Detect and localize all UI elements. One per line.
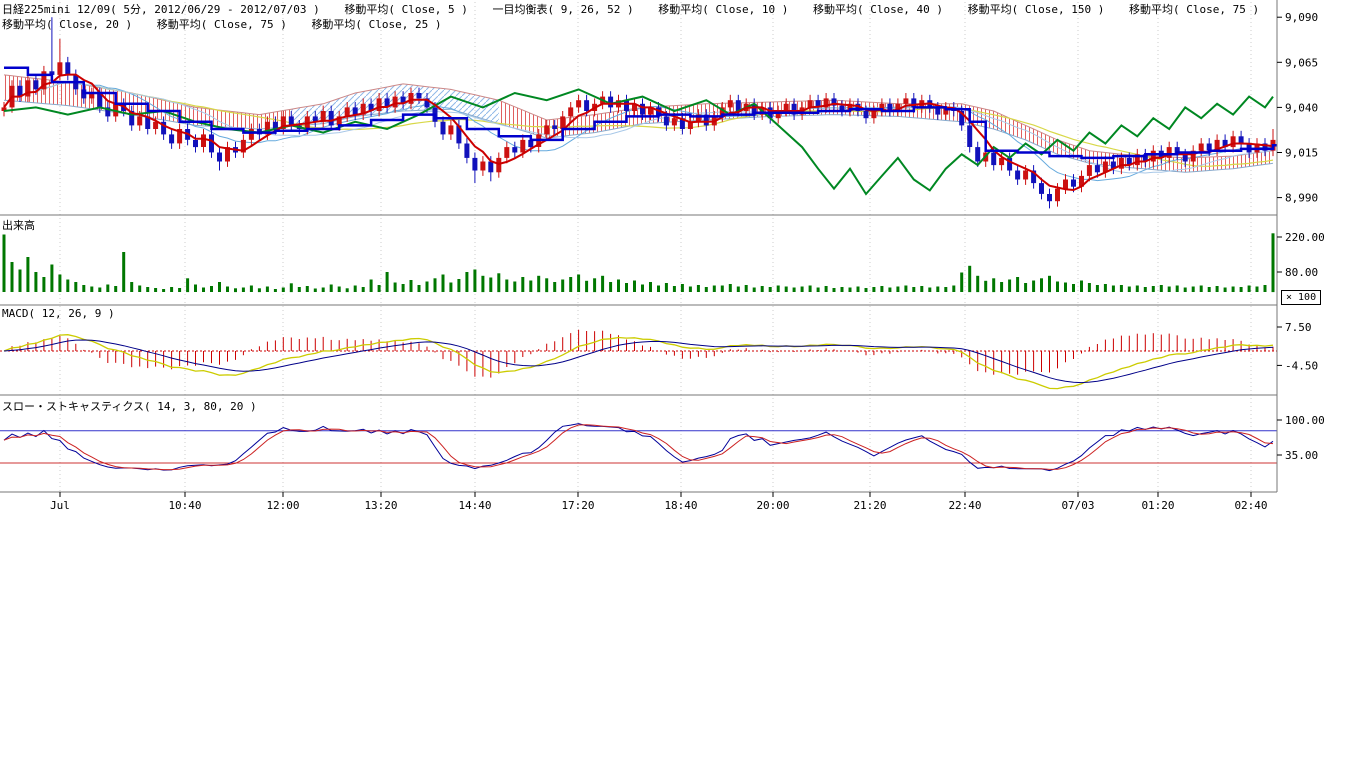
svg-text:01:20: 01:20	[1141, 499, 1174, 512]
chart-title: 日経225mini 12/09( 5分, 2012/06/29 - 2012/0…	[2, 3, 320, 16]
volume-panel	[3, 233, 1275, 292]
grid-vertical	[60, 2, 1251, 492]
svg-text:13:20: 13:20	[364, 499, 397, 512]
panel-borders	[0, 0, 1277, 492]
svg-text:100.00: 100.00	[1285, 414, 1325, 427]
svg-text:14:40: 14:40	[458, 499, 491, 512]
indicator-label-ma150[interactable]: 移動平均( Close, 150 )	[968, 3, 1105, 16]
svg-text:220.00: 220.00	[1285, 231, 1325, 244]
macd-panel	[0, 330, 1277, 389]
svg-text:12:00: 12:00	[266, 499, 299, 512]
indicator-label-ichimoku[interactable]: 一目均衡表( 9, 26, 52 )	[493, 3, 634, 16]
svg-text:-4.50: -4.50	[1285, 359, 1318, 372]
x-axis: Jul 10:40 12:00 13:20 14:40 17:20 18:40 20:00 21…	[50, 492, 1268, 512]
svg-text:18:40: 18:40	[664, 499, 697, 512]
indicator-label-ma20[interactable]: 移動平均( Close, 20 )	[2, 18, 132, 31]
indicator-label-ma40[interactable]: 移動平均( Close, 40 )	[813, 3, 943, 16]
svg-text:20:00: 20:00	[756, 499, 789, 512]
price-panel	[2, 17, 1278, 208]
chart-header-row2: 移動平均( Close, 20 ) 移動平均( Close, 75 ) 移動平均…	[2, 16, 460, 32]
svg-text:8,990: 8,990	[1285, 192, 1318, 205]
svg-text:21:20: 21:20	[853, 499, 886, 512]
indicator-label-ma10[interactable]: 移動平均( Close, 10 )	[658, 3, 788, 16]
svg-text:02:40: 02:40	[1234, 499, 1267, 512]
svg-text:07/03: 07/03	[1061, 499, 1094, 512]
stoch-panel-label: スロー・ストキャスティクス( 14, 3, 80, 20 )	[2, 398, 257, 414]
svg-text:9,015: 9,015	[1285, 147, 1318, 160]
macd-panel-label: MACD( 12, 26, 9 )	[2, 307, 115, 320]
svg-text:9,040: 9,040	[1285, 101, 1318, 114]
svg-text:35.00: 35.00	[1285, 449, 1318, 462]
svg-text:7.50: 7.50	[1285, 321, 1312, 334]
volume-panel-label: 出来高	[2, 217, 35, 233]
indicator-label-ma75b[interactable]: 移動平均( Close, 75 )	[157, 18, 287, 31]
svg-text:80.00: 80.00	[1285, 266, 1318, 279]
chart-application: 9,090 9,065 9,040 9,015 8,990 220.00 80.00 7.50…	[0, 0, 1366, 768]
indicator-label-ma25[interactable]: 移動平均( Close, 25 )	[311, 18, 441, 31]
indicator-label-ma5[interactable]: 移動平均( Close, 5 )	[344, 3, 467, 16]
svg-text:9,090: 9,090	[1285, 11, 1318, 24]
volume-multiplier-badge: × 100	[1281, 290, 1321, 305]
chart-canvas[interactable]: 9,090 9,065 9,040 9,015 8,990 220.00 80.00 7.50…	[0, 0, 1366, 522]
svg-text:17:20: 17:20	[561, 499, 594, 512]
svg-text:Jul: Jul	[50, 499, 70, 512]
svg-text:9,065: 9,065	[1285, 56, 1318, 69]
chart-header-row1: 日経225mini 12/09( 5分, 2012/06/29 - 2012/0…	[2, 1, 1277, 17]
svg-text:10:40: 10:40	[168, 499, 201, 512]
indicator-label-ma75[interactable]: 移動平均( Close, 75 )	[1129, 3, 1259, 16]
y-axis-labels: 9,090 9,065 9,040 9,015 8,990 220.00 80.00 7.50…	[1277, 11, 1325, 462]
stoch-panel	[0, 424, 1277, 471]
svg-text:22:40: 22:40	[948, 499, 981, 512]
